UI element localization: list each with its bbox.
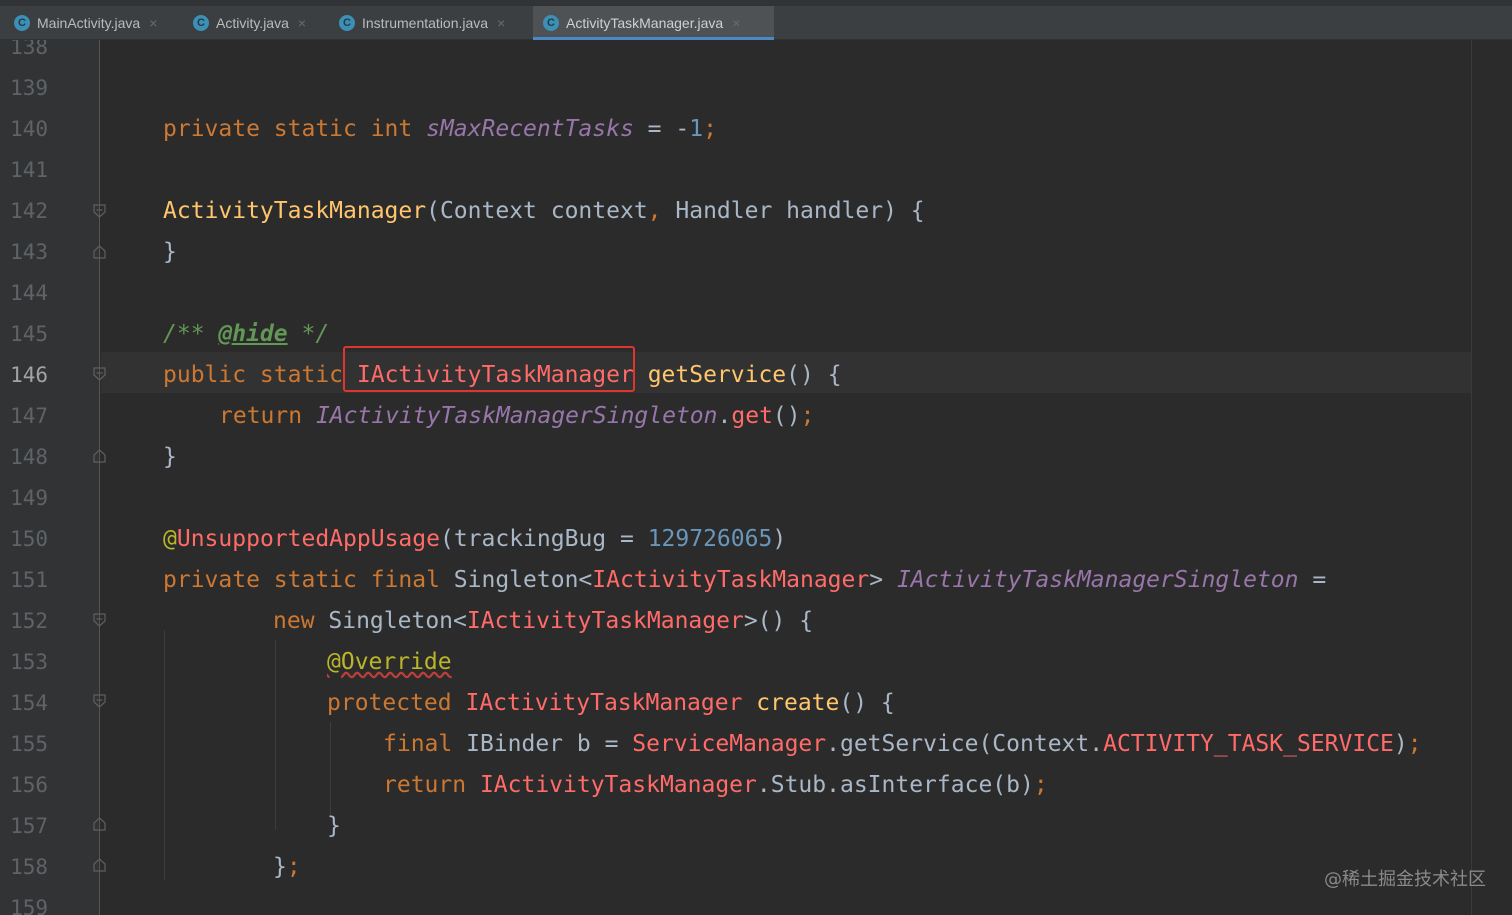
code-editor[interactable]: 138 139 140 141 142 143 144 145 146 147 … bbox=[0, 40, 1512, 915]
code-line-157: } bbox=[327, 813, 341, 839]
close-icon[interactable]: × bbox=[497, 15, 505, 31]
close-icon[interactable]: × bbox=[732, 15, 740, 31]
fold-open-icon[interactable] bbox=[93, 367, 106, 382]
line-number: 154 bbox=[10, 691, 48, 715]
line-number: 159 bbox=[10, 896, 48, 915]
class-icon: C bbox=[339, 15, 355, 31]
code-line-153: @Override bbox=[327, 649, 452, 675]
line-number: 156 bbox=[10, 773, 48, 797]
line-number: 151 bbox=[10, 568, 48, 592]
watermark: @稀土掘金技术社区 bbox=[1324, 869, 1486, 890]
line-number-current: 146 bbox=[10, 363, 48, 387]
line-number: 153 bbox=[10, 650, 48, 674]
fold-open-icon[interactable] bbox=[93, 204, 106, 219]
code-line-156: return IActivityTaskManager.Stub.asInter… bbox=[383, 772, 1048, 798]
code-line-154: protected IActivityTaskManager create() … bbox=[327, 690, 895, 716]
indent-guide bbox=[164, 630, 165, 880]
close-icon[interactable]: × bbox=[149, 15, 157, 31]
tab-label: MainActivity.java bbox=[37, 15, 141, 31]
line-number: 152 bbox=[10, 609, 48, 633]
line-number: 148 bbox=[10, 445, 48, 469]
tab-activity-task-manager[interactable]: C ActivityTaskManager.java × bbox=[533, 6, 774, 40]
tab-label: Instrumentation.java bbox=[362, 15, 489, 31]
class-icon: C bbox=[543, 15, 559, 31]
code-line-158: }; bbox=[273, 854, 301, 880]
code-line-151: private static final Singleton<IActivity… bbox=[163, 567, 1327, 593]
code-line-140: private static int sMaxRecentTasks = -1; bbox=[163, 116, 717, 142]
line-number: 140 bbox=[10, 117, 48, 141]
line-number: 150 bbox=[10, 527, 48, 551]
right-margin-guide bbox=[1471, 40, 1472, 915]
line-number: 158 bbox=[10, 855, 48, 879]
line-number: 138 bbox=[10, 40, 48, 59]
code-line-152: new Singleton<IActivityTaskManager>() { bbox=[273, 608, 814, 634]
tab-label: Activity.java bbox=[216, 15, 289, 31]
code-line-150: @UnsupportedAppUsage(trackingBug = 12972… bbox=[163, 526, 787, 552]
fold-open-icon[interactable] bbox=[93, 694, 106, 709]
line-number: 139 bbox=[10, 76, 48, 100]
line-number: 147 bbox=[10, 404, 48, 428]
class-icon: C bbox=[14, 15, 30, 31]
tab-main-activity[interactable]: C MainActivity.java × bbox=[8, 6, 180, 40]
fold-close-icon[interactable] bbox=[93, 857, 106, 872]
code-line-147: return IActivityTaskManagerSingleton.get… bbox=[219, 403, 815, 429]
code-line-145: /** @hide */ bbox=[163, 321, 330, 347]
line-number: 144 bbox=[10, 281, 48, 305]
fold-close-icon[interactable] bbox=[93, 816, 106, 831]
indent-guide bbox=[275, 640, 276, 830]
line-number: 155 bbox=[10, 732, 48, 756]
tab-label: ActivityTaskManager.java bbox=[566, 15, 724, 31]
fold-open-icon[interactable] bbox=[93, 613, 106, 628]
line-number: 142 bbox=[10, 199, 48, 223]
annotation-highlight-box bbox=[343, 346, 635, 392]
line-number: 141 bbox=[10, 158, 48, 182]
fold-close-icon[interactable] bbox=[93, 448, 106, 463]
fold-close-icon[interactable] bbox=[93, 244, 106, 259]
line-number: 143 bbox=[10, 240, 48, 264]
editor-tab-bar: C MainActivity.java × C Activity.java × … bbox=[0, 0, 1512, 40]
line-number: 157 bbox=[10, 814, 48, 838]
tab-instrumentation[interactable]: C Instrumentation.java × bbox=[333, 6, 529, 40]
tab-activity[interactable]: C Activity.java × bbox=[187, 6, 329, 40]
code-line-148: } bbox=[163, 444, 177, 470]
class-icon: C bbox=[193, 15, 209, 31]
close-icon[interactable]: × bbox=[298, 15, 306, 31]
code-line-155: final IBinder b = ServiceManager.getServ… bbox=[383, 731, 1422, 757]
code-line-142: ActivityTaskManager(Context context, Han… bbox=[163, 198, 925, 224]
line-number: 149 bbox=[10, 486, 48, 510]
indent-guide bbox=[330, 722, 331, 817]
code-line-143: } bbox=[163, 239, 177, 265]
line-number: 145 bbox=[10, 322, 48, 346]
